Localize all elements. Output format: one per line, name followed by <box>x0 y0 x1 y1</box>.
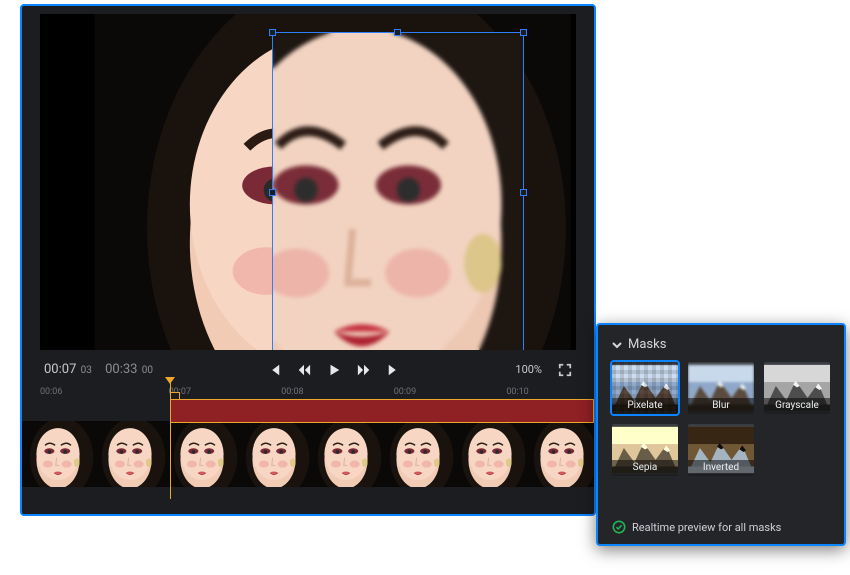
clip-handle-left[interactable] <box>170 392 180 400</box>
skip-forward-icon[interactable] <box>387 363 401 377</box>
masks-footer-text: Realtime preview for all masks <box>632 521 781 534</box>
mask-label: Pixelate <box>612 398 678 414</box>
ruler-tick: 00:09 <box>394 387 416 397</box>
playback-controls-bar: 00:07 03 00:33 00 100% <box>22 350 594 383</box>
timeline-thumb <box>166 421 238 487</box>
masks-footer: Realtime preview for all masks <box>612 520 830 534</box>
ruler-tick: 00:10 <box>506 387 528 397</box>
mask-label: Blur <box>688 398 754 414</box>
current-frames: 03 <box>81 365 92 376</box>
total-time: 00:33 <box>105 362 137 377</box>
rewind-icon[interactable] <box>297 363 311 377</box>
ruler-tick: 00:06 <box>40 387 62 397</box>
mask-label: Sepia <box>612 460 678 476</box>
current-time: 00:07 <box>44 362 76 377</box>
timeline-thumb <box>94 421 166 487</box>
mask-pixelate[interactable]: Pixelate <box>612 362 678 414</box>
playhead[interactable] <box>170 383 171 499</box>
mask-label: Grayscale <box>764 398 830 414</box>
zoom-level[interactable]: 100% <box>515 363 542 376</box>
mask-label: Inverted <box>688 460 754 476</box>
time-readout: 00:07 03 00:33 00 <box>44 362 153 377</box>
timeline-thumb <box>238 421 310 487</box>
timeline-thumb <box>454 421 526 487</box>
masks-panel: Masks Pixelate Blur Grayscale Sepia Inve… <box>596 323 846 546</box>
effect-clip[interactable] <box>170 399 594 423</box>
timeline-thumb <box>22 421 94 487</box>
timeline-thumb <box>526 421 594 487</box>
masks-title: Masks <box>628 337 666 352</box>
thumbnail-strip[interactable] <box>22 421 594 487</box>
editor-window: 00:07 03 00:33 00 100% 00:06 00:07 0 <box>20 4 596 516</box>
mask-inverted[interactable]: Inverted <box>688 424 754 476</box>
mask-grayscale[interactable]: Grayscale <box>764 362 830 414</box>
mask-sepia[interactable]: Sepia <box>612 424 678 476</box>
skip-back-icon[interactable] <box>267 363 281 377</box>
fast-forward-icon[interactable] <box>357 363 371 377</box>
check-circle-icon <box>612 520 626 534</box>
chevron-down-icon <box>612 340 622 350</box>
timeline-thumb <box>382 421 454 487</box>
fullscreen-icon[interactable] <box>558 363 572 377</box>
masks-panel-header[interactable]: Masks <box>612 337 830 352</box>
timeline-ruler[interactable]: 00:06 00:07 00:08 00:09 00:10 <box>22 383 594 419</box>
total-frames: 00 <box>142 365 153 376</box>
ruler-tick: 00:08 <box>281 387 303 397</box>
play-icon[interactable] <box>327 363 341 377</box>
timeline-thumb <box>310 421 382 487</box>
mask-blur[interactable]: Blur <box>688 362 754 414</box>
video-preview <box>40 14 576 350</box>
